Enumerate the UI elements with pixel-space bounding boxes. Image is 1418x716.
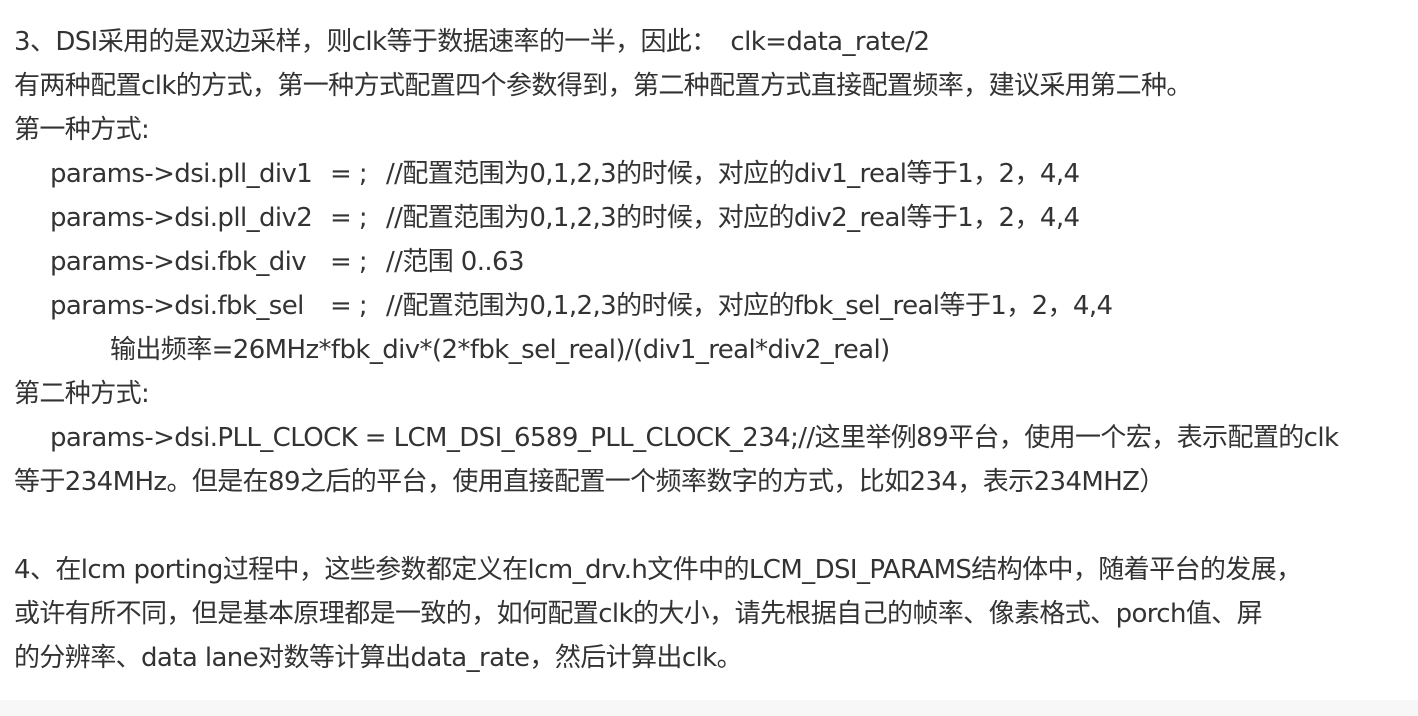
document-page: 3、DSI采用的是双边采样，则clk等于数据速率的一半，因此： clk=data… xyxy=(0,0,1418,716)
param-assign: = ; xyxy=(330,291,368,321)
clk-formula: clk=data_rate/2 xyxy=(730,27,930,57)
param-comment: //范围 0..63 xyxy=(386,247,525,277)
method2-title: 第二种方式: xyxy=(14,379,150,409)
param-assign: = ; xyxy=(330,247,368,277)
section3-heading-line: 3、DSI采用的是双边采样，则clk等于数据速率的一半，因此： clk=data… xyxy=(14,20,935,64)
param-assign: = ; xyxy=(330,203,368,233)
section4-line3: 的分辨率、data lane对数等计算出data_rate，然后计算出clk。 xyxy=(14,643,743,673)
method2-line2: 等于234MHz。但是在89之后的平台，使用直接配置一个频率数字的方式，比如23… xyxy=(14,467,1165,497)
param-comment: //配置范围为0,1,2,3的时候，对应的div2_real等于1，2，4,4 xyxy=(386,203,1080,233)
output-frequency-formula: 输出频率=26MHz*fbk_div*(2*fbk_sel_real)/(div… xyxy=(110,335,890,365)
param-code: params->dsi.fbk_div xyxy=(50,247,307,277)
param-code: params->dsi.pll_div2 xyxy=(50,203,313,233)
page-bottom-strip xyxy=(0,700,1418,716)
method1-title: 第一种方式: xyxy=(14,115,150,145)
section4-line1: 4、在lcm porting过程中，这些参数都定义在lcm_drv.h文件中的L… xyxy=(14,555,1302,585)
section3-heading: 3、DSI采用的是双边采样，则clk等于数据速率的一半，因此： xyxy=(14,27,717,57)
param-code: params->dsi.pll_div1 xyxy=(50,159,313,189)
section3-intro: 有两种配置clk的方式，第一种方式配置四个参数得到，第二种配置方式直接配置频率，… xyxy=(14,71,1192,101)
method2-line1: params->dsi.PLL_CLOCK = LCM_DSI_6589_PLL… xyxy=(50,423,1339,453)
param-line-fbk-div: params->dsi.fbk_div = ; //范围 0..63 xyxy=(50,240,525,284)
param-assign: = ; xyxy=(330,159,368,189)
param-comment: //配置范围为0,1,2,3的时候，对应的fbk_sel_real等于1，2，4… xyxy=(386,291,1113,321)
param-line-fbk-sel: params->dsi.fbk_sel = ; //配置范围为0,1,2,3的时候，… xyxy=(50,284,1113,328)
param-comment: //配置范围为0,1,2,3的时候，对应的div1_real等于1，2，4,4 xyxy=(386,159,1080,189)
param-code: params->dsi.fbk_sel xyxy=(50,291,304,321)
section4-line2: 或许有所不同，但是基本原理都是一致的，如何配置clk的大小，请先根据自己的帧率、… xyxy=(14,599,1263,629)
param-line-pll-div2: params->dsi.pll_div2 = ; //配置范围为0,1,2,3的时候… xyxy=(50,196,1080,240)
param-line-pll-div1: params->dsi.pll_div1 = ; //配置范围为0,1,2,3的时候… xyxy=(50,152,1080,196)
